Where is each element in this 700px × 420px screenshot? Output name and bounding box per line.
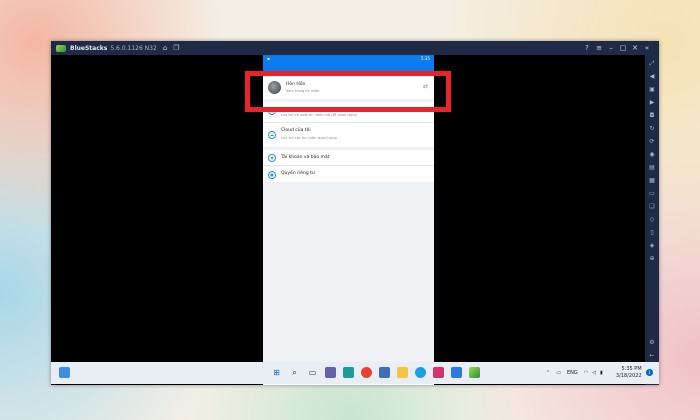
copy-icon[interactable]: ❏: [648, 204, 656, 210]
install-apk-icon[interactable]: ⊕: [648, 256, 656, 262]
multi-instance-icon[interactable]: ❐: [173, 44, 179, 52]
row-title: Quyền riêng tư: [281, 171, 315, 176]
emulator-sidebar: ⤢ ◀ ▣ ▶ ◘ ↻ ⟳ ◉ ▤ ▦ ▭ ❏ ◇ ▯ ◈ ⊕ ⚙ ← ⌂ ▢: [645, 55, 659, 385]
shake-icon[interactable]: ▦: [648, 178, 656, 184]
chat-icon[interactable]: [325, 367, 336, 378]
rotate-icon[interactable]: ↻: [648, 126, 656, 132]
chevron-up-icon[interactable]: ⌃: [546, 370, 550, 376]
folder-icon[interactable]: ▭: [648, 191, 656, 197]
menu-icon[interactable]: ≡: [593, 44, 605, 52]
task-view-icon[interactable]: ▭: [307, 367, 318, 378]
row-title: Tài khoản và bảo mật: [281, 155, 330, 160]
file-explorer-icon[interactable]: [397, 367, 408, 378]
sync-icon[interactable]: ⟳: [648, 139, 656, 145]
clock-date: 3/18/2022: [616, 373, 642, 379]
eco-icon[interactable]: ◇: [648, 217, 656, 223]
home-icon[interactable]: ⌂: [163, 44, 167, 52]
row-subtitle: Lưu trữ các tin nhắn quan trọng: [281, 136, 337, 140]
notification-badge[interactable]: 1: [646, 369, 653, 376]
photos-icon[interactable]: [451, 367, 462, 378]
search-icon[interactable]: ⌕: [289, 367, 300, 378]
cloud-icon: ☁: [268, 131, 276, 139]
wifi-icon[interactable]: ◠: [584, 370, 588, 376]
start-icon[interactable]: ⊞: [271, 367, 282, 378]
help-icon[interactable]: ?: [581, 44, 593, 52]
row-title: Cloud của tôi: [281, 128, 311, 133]
widgets-icon[interactable]: [59, 367, 70, 378]
battery-icon[interactable]: ▮: [600, 370, 603, 376]
windows-taskbar: ⊞ ⌕ ▭ ⌃ ▭ ENG ◠ ◁ ▮ 5:35 PM 3/18/2022 1: [51, 362, 659, 384]
back-icon[interactable]: ←: [648, 353, 656, 359]
keyboard-tray-icon[interactable]: ▭: [556, 370, 561, 376]
location-icon[interactable]: ▤: [648, 165, 656, 171]
bluestacks-taskbar-icon[interactable]: [469, 367, 480, 378]
minimize-icon[interactable]: –: [605, 44, 617, 52]
clock-time: 5:35 PM: [621, 366, 642, 372]
settings-app-icon[interactable]: [379, 367, 390, 378]
app-icon[interactable]: [343, 367, 354, 378]
keyboard-icon[interactable]: ▣: [648, 87, 656, 93]
sidebar-toggle-icon[interactable]: «: [641, 44, 653, 52]
shield-icon: ◆: [268, 154, 276, 162]
language-indicator[interactable]: ENG: [567, 370, 578, 376]
settings-row-account-security[interactable]: ◆ Tài khoản và bảo mật: [263, 150, 434, 165]
settings-row-cloud[interactable]: ☁ Cloud của tôi Lưu trữ các tin nhắn qua…: [263, 123, 434, 147]
maximize-icon[interactable]: □: [617, 44, 629, 52]
clock[interactable]: 5:35 PM 3/18/2022: [616, 366, 642, 380]
macro-icon[interactable]: ◉: [648, 152, 656, 158]
status-notification-icon: ▪: [267, 56, 270, 61]
app-title: BlueStacks: [70, 44, 108, 52]
fullscreen-icon[interactable]: ⤢: [648, 61, 656, 67]
volume-icon[interactable]: ◀: [648, 74, 656, 80]
close-icon[interactable]: ✕: [629, 44, 641, 52]
status-bar: ▪ 5:35: [263, 55, 434, 62]
app-header: [263, 62, 434, 71]
row-subtitle: Lưu trữ và xuất tin nhắn mã QR quan trọn…: [281, 113, 357, 117]
highlight-box: [245, 71, 451, 112]
system-tray: ⌃ ▭ ENG ◠ ◁ ▮: [546, 362, 603, 384]
screenshot-icon[interactable]: ◘: [648, 113, 656, 119]
chrome-icon[interactable]: [361, 367, 372, 378]
status-time: 5:35: [421, 56, 430, 61]
edge-icon[interactable]: [415, 367, 426, 378]
settings-icon[interactable]: ⚙: [648, 340, 656, 346]
layers-icon[interactable]: ◈: [648, 243, 656, 249]
app-version: 5.6.0.1126 N32: [110, 44, 157, 52]
volume-tray-icon[interactable]: ◁: [592, 370, 596, 376]
title-bar: BlueStacks 5.6.0.1126 N32 ⌂ ❐ ? ≡ – □ ✕ …: [51, 41, 659, 55]
instagram-icon[interactable]: [433, 367, 444, 378]
settings-row-privacy[interactable]: ● Quyền riêng tư: [263, 166, 434, 182]
lock-icon: ●: [268, 171, 276, 179]
record-icon[interactable]: ▶: [648, 100, 656, 106]
trash-icon[interactable]: ▯: [648, 230, 656, 236]
bluestacks-logo-icon: [56, 44, 66, 52]
